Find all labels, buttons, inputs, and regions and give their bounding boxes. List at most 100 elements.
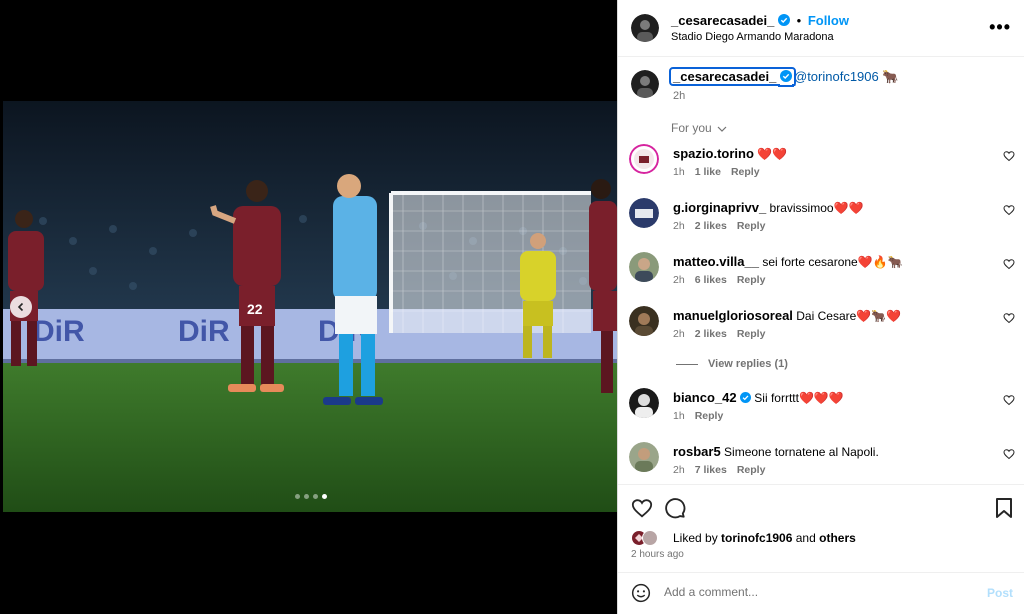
comment-item: manuelgloriosoreal Dai Cesare❤️🐂❤️ 2h 2 l…	[618, 306, 1024, 358]
like-comment-heart-icon[interactable]	[1003, 258, 1015, 270]
profile-avatar-icon	[629, 198, 659, 228]
profile-avatar-icon	[629, 442, 659, 472]
comment-text-line: spazio.torino ❤️❤️	[673, 146, 787, 161]
comment-likes[interactable]: 2 likes	[695, 328, 727, 340]
post-comment-button[interactable]: Post	[987, 586, 1013, 600]
comment-text-line: matteo.villa__ sei forte cesarone❤️🔥🐂	[673, 254, 903, 269]
like-comment-heart-icon[interactable]	[1003, 448, 1015, 460]
comment-time: 2h	[673, 328, 685, 340]
comment-body: sei forte cesarone❤️🔥🐂	[762, 255, 903, 269]
post-header: _cesarecasadei_ • Follow Stadio Diego Ar…	[618, 0, 1024, 57]
comment-meta: 2h 7 likes Reply	[673, 464, 775, 476]
comment-username[interactable]: rosbar5	[673, 444, 721, 459]
reply-button[interactable]: Reply	[737, 464, 766, 476]
username-link[interactable]: _cesarecasadei_	[671, 13, 774, 28]
liked-by-others-link[interactable]: others	[819, 531, 856, 545]
post-actions: Liked by torinofc1906 and others 2 hours…	[618, 484, 1024, 572]
profile-avatar-icon	[629, 388, 659, 418]
comment-username[interactable]: bianco_42	[673, 390, 737, 405]
avatar[interactable]	[631, 70, 659, 98]
comment-likes[interactable]: 7 likes	[695, 464, 727, 476]
reply-button[interactable]: Reply	[737, 220, 766, 232]
like-comment-heart-icon[interactable]	[1003, 204, 1015, 216]
carousel-prev-button[interactable]	[10, 296, 32, 318]
comment-time: 2h	[673, 220, 685, 232]
comment-text-line: g.iorginaprivv_ bravissimoo❤️❤️	[673, 200, 863, 215]
avatar[interactable]	[629, 306, 659, 336]
comments-filter-dropdown[interactable]: For you	[671, 121, 727, 135]
liked-by-user-link[interactable]: torinofc1906	[721, 531, 792, 545]
view-replies-button[interactable]: View replies (1)	[676, 358, 788, 370]
bookmark-icon[interactable]	[994, 497, 1014, 519]
like-comment-heart-icon[interactable]	[1003, 312, 1015, 324]
post-photo[interactable]: DiR DiR DiR 22	[3, 101, 617, 512]
comment-body: bravissimoo❤️❤️	[769, 201, 864, 215]
football-match-photo: DiR DiR DiR 22	[3, 101, 617, 512]
carousel-dots	[295, 494, 327, 499]
avatar[interactable]	[629, 198, 659, 228]
comment-time: 1h	[673, 166, 685, 178]
comment-text-line: manuelgloriosoreal Dai Cesare❤️🐂❤️	[673, 308, 901, 323]
like-heart-icon[interactable]	[631, 497, 653, 519]
avatar[interactable]	[629, 388, 659, 418]
header-user-line: _cesarecasadei_ • Follow	[671, 13, 849, 29]
carousel-dot-active	[322, 494, 327, 499]
comment-username[interactable]: manuelgloriosoreal	[673, 308, 793, 323]
comment-username[interactable]: spazio.torino	[673, 146, 754, 161]
more-options-button[interactable]: •••	[989, 17, 1011, 38]
comment-likes[interactable]: 2 likes	[695, 220, 727, 232]
liked-by-avatars	[631, 530, 665, 546]
comment-body: Sii forrttt❤️❤️❤️	[754, 391, 844, 405]
comment-body: ❤️❤️	[757, 147, 788, 161]
comment-body: Simeone tornatene al Napoli.	[724, 445, 879, 459]
comment-username[interactable]: matteo.villa__	[673, 254, 759, 269]
comment-time: 2h	[673, 274, 685, 286]
liked-by-line: Liked by torinofc1906 and others	[673, 531, 856, 545]
verified-badge-icon	[778, 14, 790, 29]
avatar[interactable]	[629, 144, 659, 174]
comments-filter-label: For you	[671, 121, 712, 135]
svg-text:DiR: DiR	[33, 315, 85, 348]
comment-meta: 1h Reply	[673, 410, 733, 422]
reply-button[interactable]: Reply	[731, 166, 760, 178]
follow-button[interactable]: Follow	[808, 13, 849, 28]
add-comment-bar: Post	[618, 572, 1024, 614]
story-avatar-icon	[629, 144, 659, 174]
emoji-icon[interactable]	[631, 583, 651, 603]
comment-meta: 1h 1 like Reply	[673, 166, 770, 178]
caption-username-link[interactable]: _cesarecasadei_	[669, 67, 796, 86]
post-time-ago: 2 hours ago	[631, 549, 684, 560]
profile-avatar-icon	[631, 70, 659, 98]
verified-badge-icon	[780, 70, 792, 85]
location-link[interactable]: Stadio Diego Armando Maradona	[671, 31, 834, 43]
caption-time: 2h	[673, 90, 686, 102]
comment-username[interactable]: g.iorginaprivv_	[673, 200, 766, 215]
comment-input[interactable]	[664, 585, 964, 599]
avatar[interactable]	[629, 252, 659, 282]
comment-meta: 2h 2 likes Reply	[673, 220, 775, 232]
avatar[interactable]	[631, 14, 659, 42]
comment-item: spazio.torino ❤️❤️ 1h 1 like Reply	[618, 144, 1024, 196]
comment-text-line: rosbar5 Simeone tornatene al Napoli.	[673, 444, 879, 459]
caption-username: _cesarecasadei_	[673, 69, 777, 84]
like-comment-heart-icon[interactable]	[1003, 394, 1015, 406]
reply-button[interactable]: Reply	[695, 410, 724, 422]
profile-avatar-icon	[631, 14, 659, 42]
comment-body: Dai Cesare❤️🐂❤️	[796, 309, 902, 323]
svg-text:22: 22	[247, 301, 263, 317]
comment-likes[interactable]: 1 like	[695, 166, 721, 178]
replies-divider	[676, 363, 698, 365]
chevron-left-icon	[17, 302, 24, 312]
like-comment-heart-icon[interactable]	[1003, 150, 1015, 162]
comment-likes[interactable]: 6 likes	[695, 274, 727, 286]
caption-mention-link[interactable]: @torinofc1906	[794, 69, 879, 84]
chevron-down-icon	[717, 126, 727, 132]
avatar[interactable]	[629, 442, 659, 472]
comment-bubble-icon[interactable]	[664, 497, 686, 519]
liked-by-prefix: Liked by	[673, 531, 718, 545]
comment-item: g.iorginaprivv_ bravissimoo❤️❤️ 2h 2 like…	[618, 198, 1024, 250]
reply-button[interactable]: Reply	[737, 328, 766, 340]
comment-meta: 2h 6 likes Reply	[673, 274, 775, 286]
reply-button[interactable]: Reply	[737, 274, 766, 286]
profile-avatar-icon	[629, 306, 659, 336]
